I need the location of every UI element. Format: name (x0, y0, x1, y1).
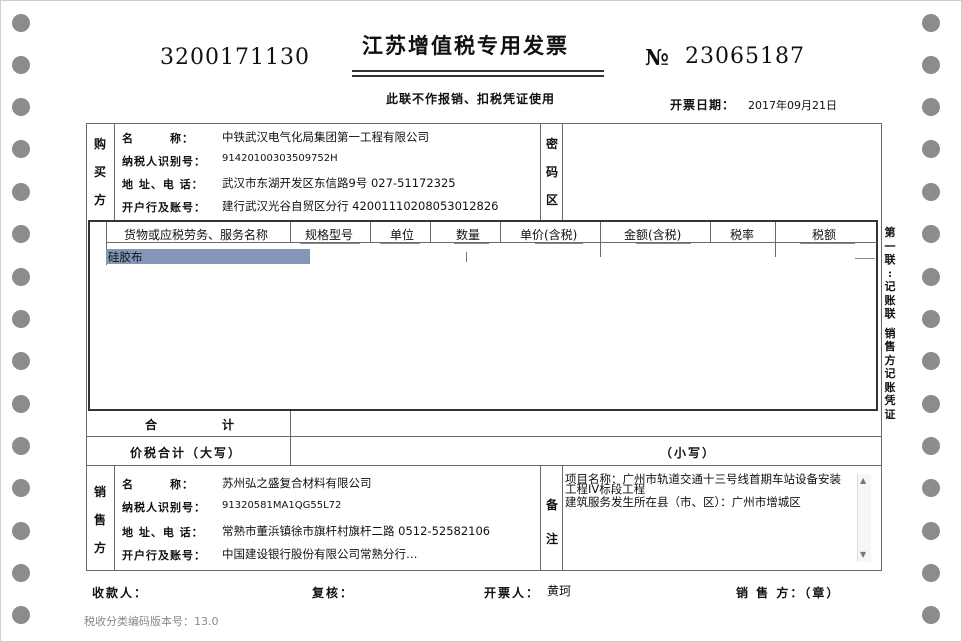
total-in-words-label: 价税合计（大写） (130, 446, 243, 460)
header-underline (300, 243, 360, 244)
title-underline (352, 75, 604, 77)
header-underline (454, 243, 489, 244)
right-perforation-holes (0, 0, 940, 642)
perforation-hole (922, 56, 940, 74)
perforation-hole (922, 395, 940, 413)
buyer-name-label: 名 称： (122, 132, 194, 145)
totals-line (86, 436, 882, 437)
column-header-amount: 金额(含税) (624, 228, 682, 242)
perforation-hole (922, 352, 940, 370)
column-header-unit-price: 单价(含税) (520, 228, 578, 242)
items-column-line (370, 222, 371, 242)
perforation-hole (922, 310, 940, 328)
password-area-label: 密码区 (545, 137, 558, 207)
issue-date-label: 开票日期： (670, 98, 736, 112)
perforation-hole (922, 183, 940, 201)
header-underline (380, 243, 420, 244)
sum-label: 合 (145, 418, 161, 432)
invoice-number: 23065187 (685, 44, 805, 69)
column-header-tax-rate: 税率 (730, 228, 755, 242)
total-in-figures-label: （小写） (660, 446, 717, 460)
perforation-hole (922, 606, 940, 624)
items-column-line (775, 222, 776, 257)
sum-label-2: 计 (222, 418, 235, 432)
column-header-spec: 规格型号 (305, 228, 354, 242)
column-header-tax-amount: 税额 (812, 228, 837, 242)
scroll-down-icon[interactable]: ▼ (860, 550, 866, 559)
seller-section-label: 销售方 (93, 485, 106, 555)
header-underline (800, 243, 855, 244)
buyer-address: 武汉市东湖开发区东信路9号 027-51172325 (222, 176, 456, 190)
invoice-title: 江苏增值税专用发票 (362, 33, 569, 58)
invoice-code: 3200171130 (160, 45, 310, 70)
seller-tax-id-label: 纳税人识别号： (122, 501, 206, 514)
reviewer-label: 复核： (312, 586, 355, 600)
password-divider (540, 123, 541, 220)
copy-purpose-strip: 第一联 :记账 联销 售方记 账凭证 (884, 226, 896, 421)
perforation-hole (922, 140, 940, 158)
issue-date: 2017年09月21日 (748, 99, 837, 112)
remarks-label: 备注 (545, 498, 558, 546)
seller-bank: 中国建设银行股份有限公司常熟分行… (222, 547, 418, 561)
buyer-bank: 建行武汉光谷自贸区分行 42001110208053012826 (222, 199, 499, 213)
perforation-hole (922, 225, 940, 243)
buyer-address-label: 地 址、电 话： (122, 178, 204, 191)
seller-divider (114, 465, 115, 571)
remarks-line: 建筑服务发生所在县（市、区）：广州市增城区 (565, 495, 801, 509)
seller-seal-label: 销 售 方：（章） (736, 586, 841, 600)
seller-bank-label: 开户行及账号： (122, 549, 206, 562)
perforation-hole (922, 437, 940, 455)
title-underline (352, 70, 604, 72)
totals-line (86, 465, 882, 466)
buyer-name: 中铁武汉电气化局集团第一工程有限公司 (222, 130, 429, 144)
items-column-line (290, 222, 291, 242)
issuer-name: 黄珂 (547, 584, 572, 598)
seller-address-label: 地 址、电 话： (122, 526, 204, 539)
buyer-tax-id: 91420100303509752H (222, 153, 338, 164)
items-column-line (500, 222, 501, 242)
password-divider (562, 123, 563, 220)
perforation-hole (922, 564, 940, 582)
totals-divider (290, 411, 291, 465)
scroll-up-icon[interactable]: ▲ (860, 476, 866, 485)
buyer-tax-id-label: 纳税人识别号： (122, 155, 206, 168)
remarks-divider (562, 465, 563, 571)
column-header-item-name: 货物或应税劳务、服务名称 (124, 228, 269, 242)
item-name: 硅胶布 (108, 250, 143, 264)
header-underline (535, 243, 583, 244)
perforation-hole (922, 14, 940, 32)
seller-name-label: 名 称： (122, 478, 194, 491)
items-column-line (600, 222, 601, 257)
column-header-unit: 单位 (390, 228, 415, 242)
seller-address: 常熟市董浜镇徐市旗杆村旗杆二路 0512-52582106 (222, 524, 491, 538)
row-stub-line (466, 252, 467, 262)
number-symbol: № (645, 45, 669, 71)
buyer-section-label: 购买方 (93, 137, 106, 207)
perforation-hole (922, 522, 940, 540)
remarks-text: 项目名称：广州市轨道交通十三号线首期车站设备安装 工程IV标段工程 建筑服务发生… (565, 473, 855, 509)
seller-tax-id: 91320581MA1QG55L72 (222, 500, 342, 511)
payee-label: 收款人： (92, 586, 149, 600)
perforation-hole (922, 98, 940, 116)
perforation-hole (922, 268, 940, 286)
remarks-scrollbar[interactable]: ▲ ▼ (857, 474, 871, 562)
issuer-label: 开票人： (484, 586, 541, 600)
buyer-divider (114, 123, 115, 220)
tax-code-version: 税收分类编码版本号：13.0 (84, 615, 219, 628)
buyer-bank-label: 开户行及账号： (122, 201, 206, 214)
perforation-hole (922, 479, 940, 497)
row-stub-line (855, 258, 875, 259)
items-column-line (430, 222, 431, 242)
column-header-quantity: 数量 (456, 228, 481, 242)
header-underline (636, 243, 691, 244)
copy-notice: 此联不作报销、扣税凭证使用 (386, 92, 556, 106)
seller-name: 苏州弘之盛复合材料有限公司 (222, 476, 372, 490)
remarks-divider (540, 465, 541, 571)
items-column-line (710, 222, 711, 242)
